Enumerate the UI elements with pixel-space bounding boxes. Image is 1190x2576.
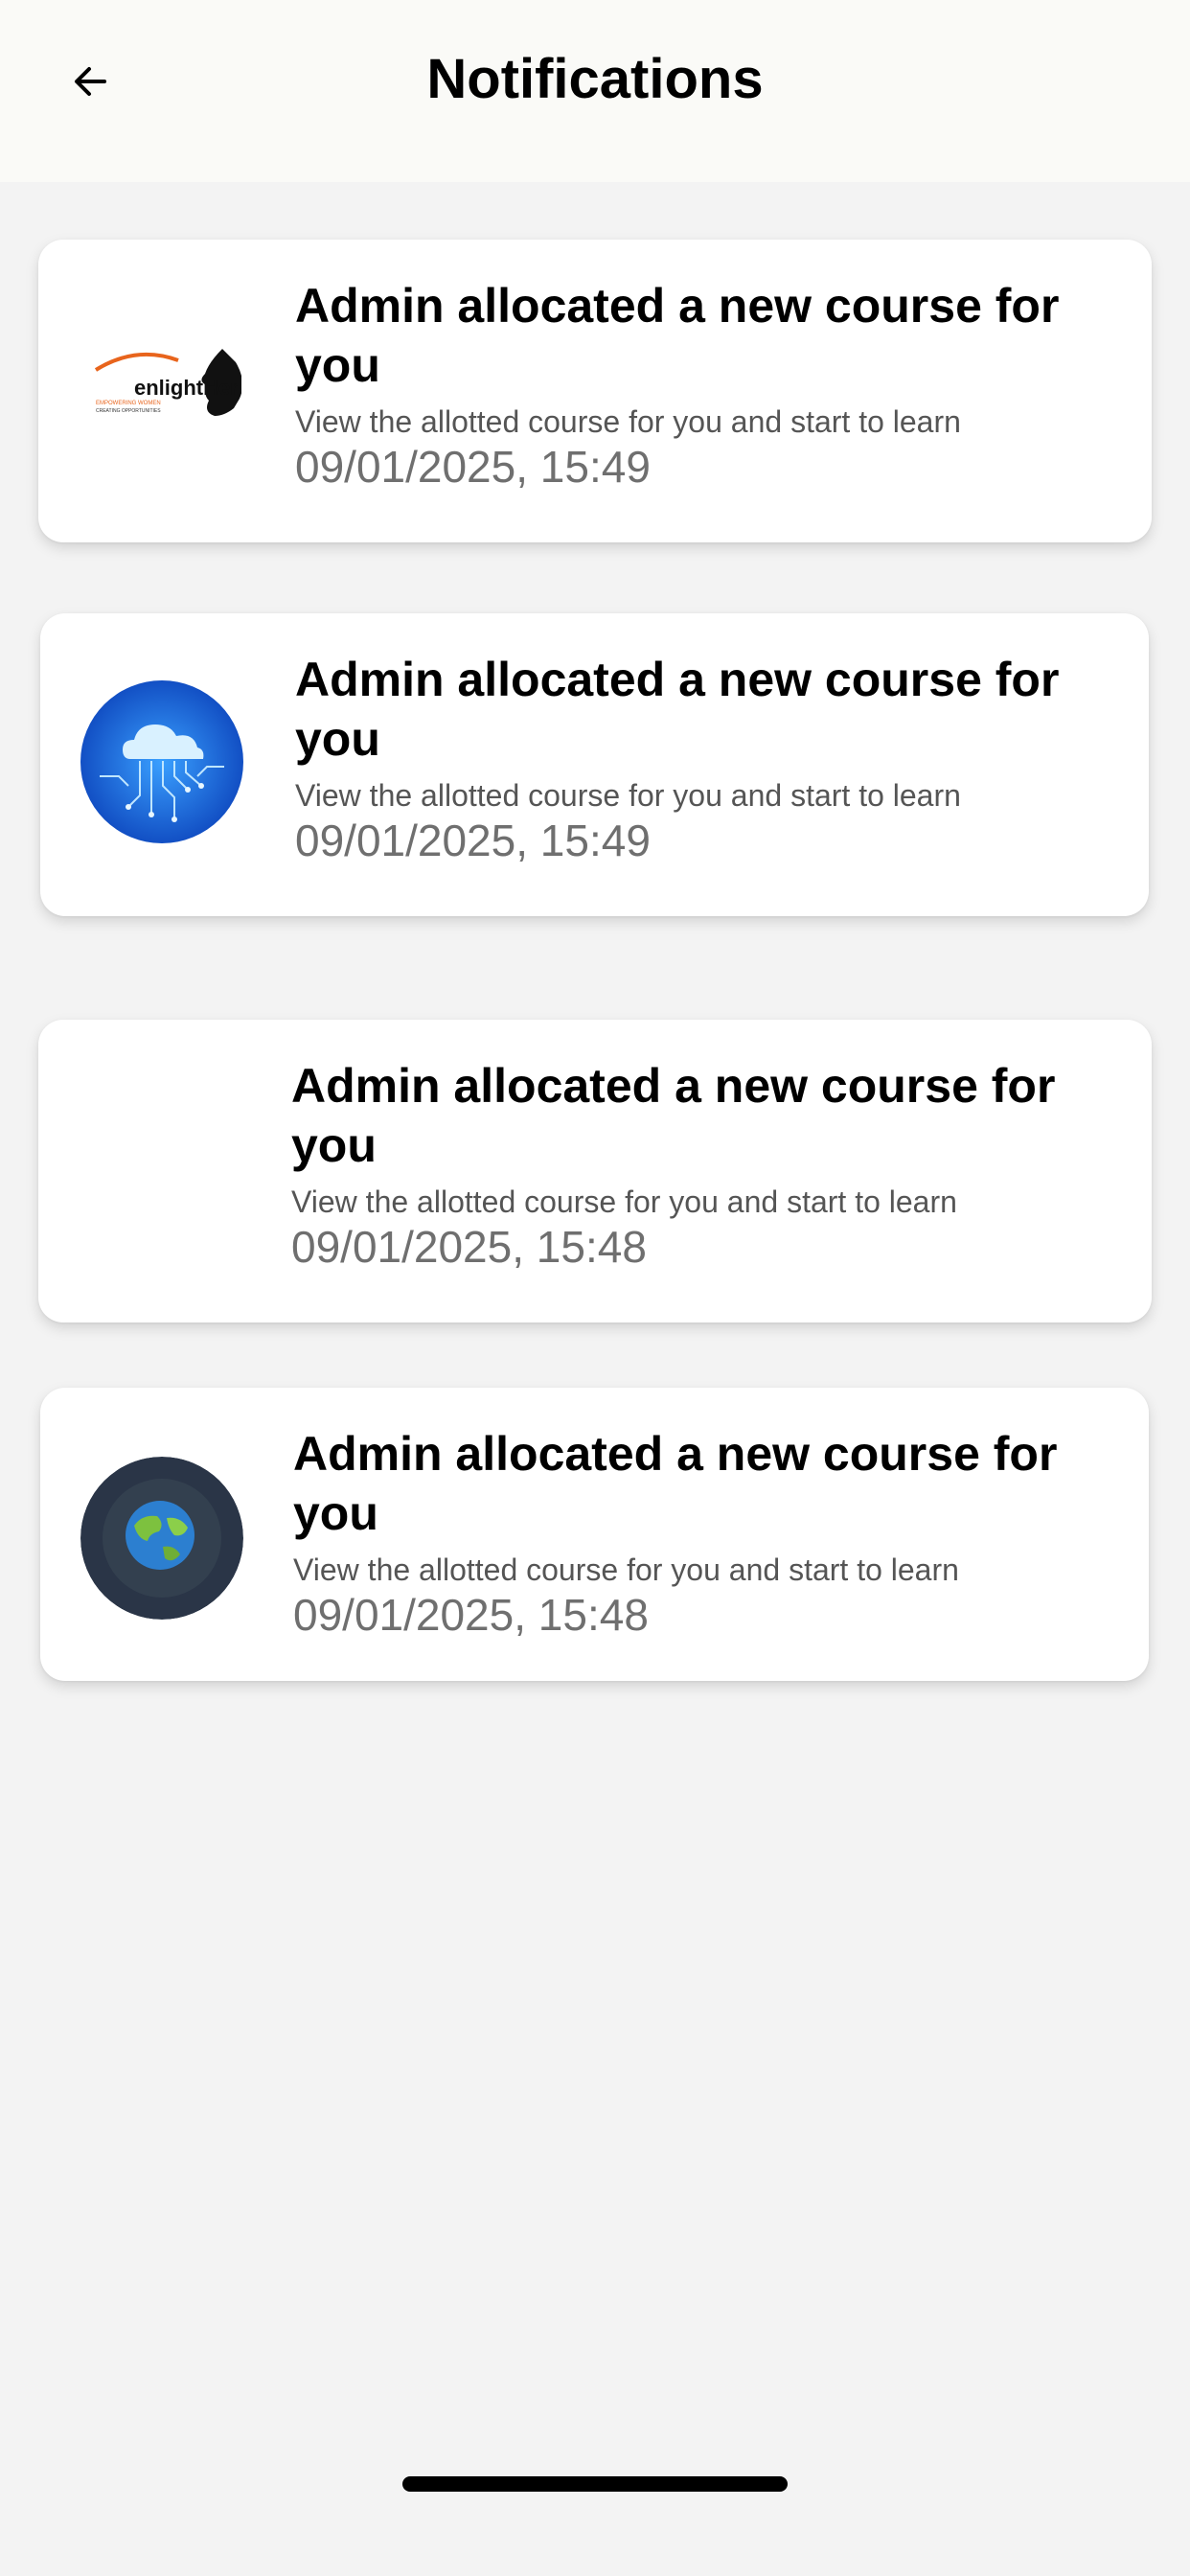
svg-text:enlightHer: enlightHer (134, 376, 239, 400)
home-indicator[interactable] (402, 2476, 788, 2492)
enlighther-logo: enlightHer EMPOWERING WOMEN CREATING OPP… (79, 305, 243, 468)
notification-card[interactable]: Admin allocated a new course for you Vie… (40, 613, 1149, 916)
notification-card[interactable]: Admin allocated a new course for you Vie… (38, 1020, 1152, 1322)
notification-description: View the allotted course for you and sta… (291, 1184, 957, 1219)
notification-description: View the allotted course for you and sta… (295, 778, 961, 813)
svg-text:CREATING OPPORTUNITIES: CREATING OPPORTUNITIES (96, 408, 161, 414)
course-thumbnail-blank (79, 1085, 241, 1248)
globe-image (80, 1457, 243, 1620)
notification-title: Admin allocated a new course for you (295, 653, 1060, 766)
svg-text:EMPOWERING WOMEN: EMPOWERING WOMEN (96, 401, 161, 406)
notification-timestamp: 09/01/2025, 15:49 (295, 442, 651, 492)
notification-title: Admin allocated a new course for you (295, 279, 1060, 392)
notification-title: Admin allocated a new course for you (293, 1427, 1058, 1540)
notification-timestamp: 09/01/2025, 15:48 (293, 1590, 649, 1640)
notification-card[interactable]: Admin allocated a new course for you Vie… (40, 1388, 1149, 1681)
notification-timestamp: 09/01/2025, 15:49 (295, 816, 651, 865)
notification-timestamp: 09/01/2025, 15:48 (291, 1222, 647, 1272)
notification-description: View the allotted course for you and sta… (293, 1552, 959, 1587)
cloud-circuit-image (80, 680, 243, 843)
notification-card[interactable]: enlightHer EMPOWERING WOMEN CREATING OPP… (38, 240, 1152, 542)
app-header: Notifications (0, 0, 1190, 182)
page-title: Notifications (426, 48, 764, 110)
notification-title: Admin allocated a new course for you (291, 1059, 1056, 1172)
notification-description: View the allotted course for you and sta… (295, 404, 961, 439)
